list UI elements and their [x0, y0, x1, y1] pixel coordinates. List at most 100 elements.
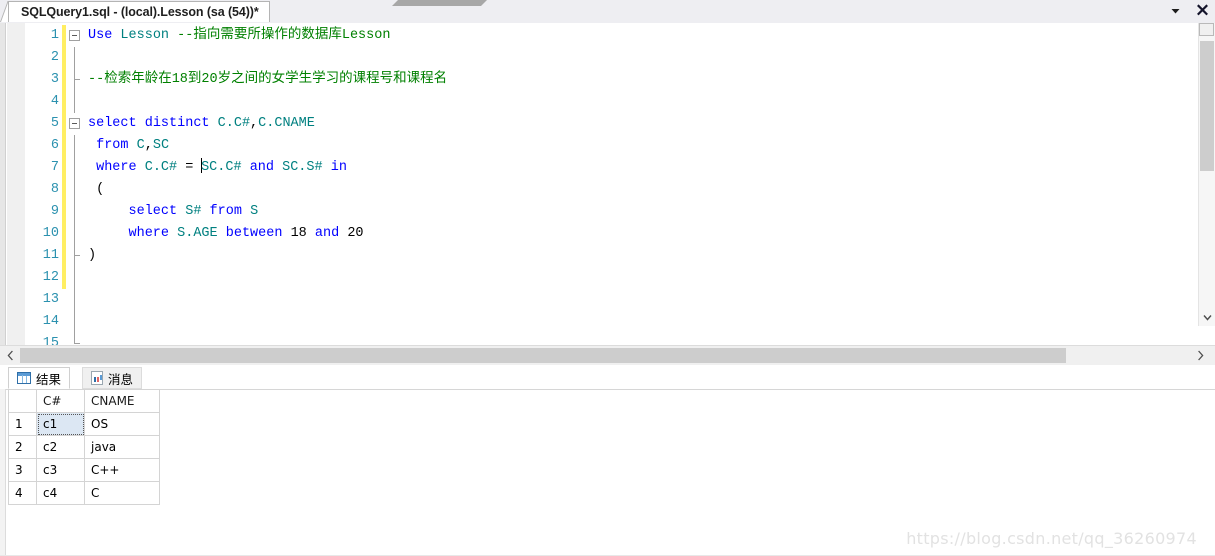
tab-results[interactable]: 结果	[8, 367, 71, 389]
code-token: Use	[88, 28, 113, 43]
code-text[interactable]: )	[84, 245, 1185, 267]
outline-marker[interactable]	[66, 113, 84, 135]
outline-marker[interactable]	[66, 69, 84, 91]
code-token: S#	[185, 204, 202, 219]
editor-vertical-scrollbar[interactable]	[1198, 23, 1215, 326]
outline-marker[interactable]	[66, 135, 84, 157]
code-text[interactable]: select distinct C.C#,C.CNAME	[84, 113, 1185, 135]
code-text[interactable]: from C,SC	[84, 135, 1185, 157]
chevron-down-icon[interactable]	[1199, 309, 1215, 326]
outline-marker[interactable]	[66, 179, 84, 201]
code-token: C.C#	[217, 116, 251, 131]
editor-line[interactable]: 5 select distinct C.C#,C.CNAME	[25, 113, 1185, 135]
outline-marker[interactable]	[66, 289, 84, 311]
tab-strip-shadow	[392, 0, 487, 6]
table-row[interactable]: 4 c4 C	[8, 481, 160, 505]
editor-line[interactable]: 9 select S# from S	[25, 201, 1185, 223]
column-header-rownum[interactable]	[8, 389, 37, 413]
cell-course-name[interactable]: OS	[84, 412, 160, 436]
chevron-right-icon[interactable]	[1192, 347, 1209, 364]
outline-vertical-line	[74, 267, 75, 289]
editor-line[interactable]: 14	[25, 311, 1185, 333]
chevron-left-icon[interactable]	[2, 347, 19, 364]
document-tab-label: SQLQuery1.sql - (local).Lesson (sa (54))…	[21, 5, 259, 19]
cell-course-name[interactable]: java	[84, 435, 160, 459]
outline-marker[interactable]	[66, 91, 84, 113]
results-table[interactable]: C# CNAME 1 c1 OS 2 c2 java 3 c3 C++ 4 c4 C	[8, 389, 160, 505]
outline-end-marker	[74, 333, 80, 344]
row-number-cell[interactable]: 1	[8, 412, 37, 436]
code-text[interactable]: Use Lesson --指向需要所操作的数据库Lesson	[84, 25, 1185, 47]
outline-marker[interactable]	[66, 223, 84, 245]
editor-line[interactable]: 4	[25, 91, 1185, 113]
table-row[interactable]: 2 c2 java	[8, 435, 160, 459]
collapse-box-icon[interactable]	[69, 30, 80, 41]
code-text[interactable]: (	[84, 179, 1185, 201]
grid-icon	[17, 372, 31, 384]
editor-line[interactable]: 3 --检索年龄在18到20岁之间的女学生学习的课程号和课程名	[25, 69, 1185, 91]
column-header-cname[interactable]: CNAME	[84, 389, 160, 413]
editor-horizontal-scrollbar[interactable]	[0, 345, 1215, 365]
collapse-box-icon[interactable]	[69, 118, 80, 129]
editor-selection-margin	[7, 23, 25, 345]
code-token: ,	[250, 116, 259, 131]
column-header-c[interactable]: C#	[36, 389, 85, 413]
editor-line[interactable]: 15	[25, 333, 1185, 345]
cell-course-id[interactable]: c2	[36, 435, 85, 459]
code-token: SC.S#	[282, 160, 323, 175]
table-header-row: C# CNAME	[8, 389, 160, 413]
editor-line[interactable]: 2	[25, 47, 1185, 69]
sql-editor[interactable]: 1 Use Lesson --指向需要所操作的数据库Lesson 2 3 --检索年龄在…	[0, 23, 1215, 345]
outline-marker[interactable]	[66, 25, 84, 47]
vertical-scrollbar-thumb[interactable]	[1200, 41, 1214, 171]
editor-line[interactable]: 10 where S.AGE between 18 and 20	[25, 223, 1185, 245]
table-row[interactable]: 1 c1 OS	[8, 412, 160, 436]
outline-marker[interactable]	[66, 245, 84, 267]
editor-code-area[interactable]: 1 Use Lesson --指向需要所操作的数据库Lesson 2 3 --检索年龄在…	[25, 25, 1185, 345]
editor-line[interactable]: 7 where C.C# = SC.C# and SC.S# in	[25, 157, 1185, 179]
row-number-cell[interactable]: 4	[8, 481, 37, 505]
editor-line[interactable]: 11)	[25, 245, 1185, 267]
code-token: select	[88, 204, 178, 219]
code-text[interactable]: where C.C# = SC.C# and SC.S# in	[84, 157, 1185, 179]
row-number-cell[interactable]: 3	[8, 458, 37, 482]
outline-vertical-line	[74, 47, 75, 69]
outline-marker[interactable]	[66, 333, 84, 345]
outline-vertical-line	[74, 223, 75, 245]
horizontal-scrollbar-thumb[interactable]	[20, 348, 1066, 363]
editor-line[interactable]: 6 from C,SC	[25, 135, 1185, 157]
watermark-text: https://blog.csdn.net/qq_36260974	[906, 529, 1197, 548]
editor-line[interactable]: 13	[25, 289, 1185, 311]
outline-vertical-line	[74, 245, 75, 267]
chevron-down-icon[interactable]	[1167, 2, 1184, 19]
code-token: distinct	[144, 116, 210, 131]
cell-course-name[interactable]: C	[84, 481, 160, 505]
cell-course-id[interactable]: c1	[36, 412, 85, 436]
close-icon[interactable]	[1194, 2, 1211, 19]
editor-line[interactable]: 8 (	[25, 179, 1185, 201]
cell-course-name[interactable]: C++	[84, 458, 160, 482]
tab-messages-label: 消息	[108, 371, 134, 387]
code-text[interactable]: where S.AGE between 18 and 20	[84, 223, 1185, 245]
row-number-cell[interactable]: 2	[8, 435, 37, 459]
table-row[interactable]: 3 c3 C++	[8, 458, 160, 482]
line-number: 14	[42, 314, 59, 329]
outline-marker[interactable]	[66, 47, 84, 69]
cell-course-id[interactable]: c3	[36, 458, 85, 482]
scrollbar-corner-button[interactable]	[1199, 23, 1214, 36]
editor-line[interactable]: 12	[25, 267, 1185, 289]
tab-messages[interactable]: 消息	[82, 367, 143, 389]
outline-marker[interactable]	[66, 201, 84, 223]
code-text[interactable]: --检索年龄在18到20岁之间的女学生学习的课程号和课程名	[84, 69, 1185, 91]
outline-marker[interactable]	[66, 157, 84, 179]
outline-marker[interactable]	[66, 267, 84, 289]
code-text[interactable]: select S# from S	[84, 201, 1185, 223]
outline-marker[interactable]	[66, 311, 84, 333]
line-number: 6	[50, 138, 59, 153]
editor-line[interactable]: 1 Use Lesson --指向需要所操作的数据库Lesson	[25, 25, 1185, 47]
document-tab-sqlquery1[interactable]: SQLQuery1.sql - (local).Lesson (sa (54))…	[8, 1, 270, 22]
cell-course-id[interactable]: c4	[36, 481, 85, 505]
